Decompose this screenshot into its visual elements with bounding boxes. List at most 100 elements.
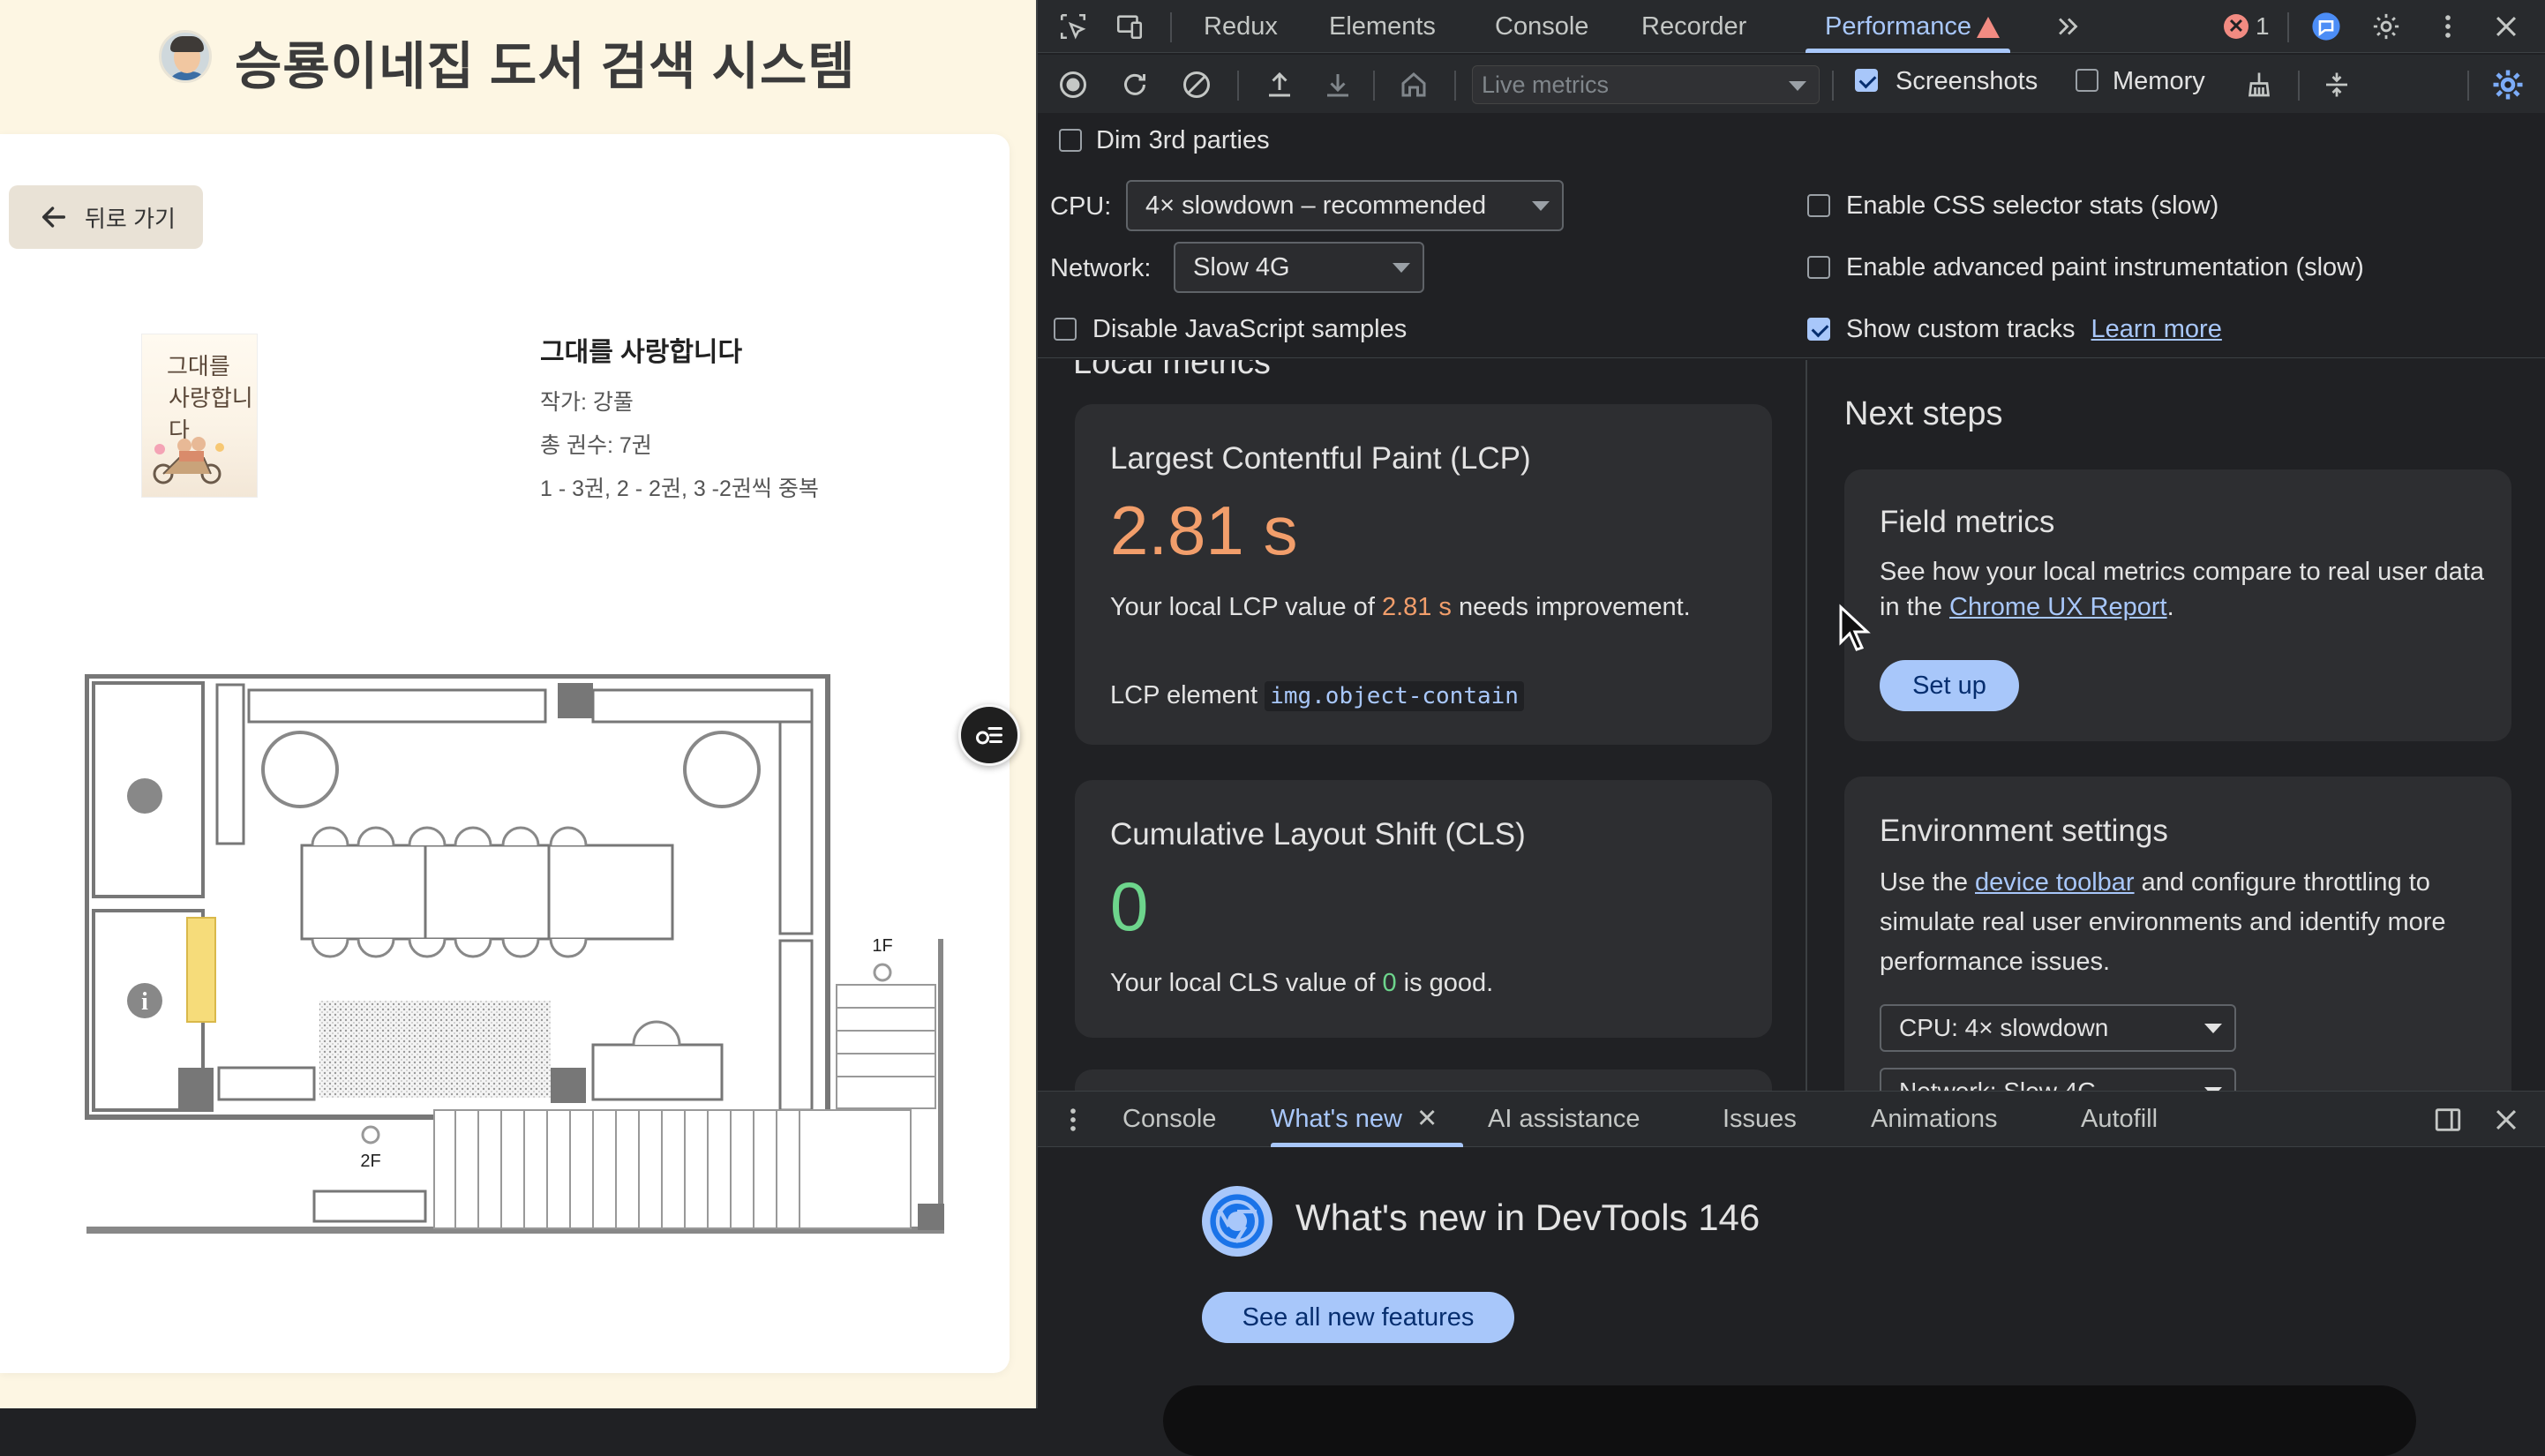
back-button[interactable]: 뒤로 가기 bbox=[9, 185, 203, 249]
env-cpu-value: CPU: 4× slowdown bbox=[1899, 1014, 2109, 1041]
reload-record-icon[interactable] bbox=[1117, 67, 1152, 102]
device-toolbar-icon[interactable] bbox=[1112, 9, 1147, 44]
tab-performance[interactable]: Performance bbox=[1825, 0, 2001, 53]
garbage-collect-broom-icon[interactable] bbox=[2241, 67, 2277, 102]
kebab-menu-icon[interactable] bbox=[2430, 9, 2466, 44]
dim-3rd-parties-checkbox[interactable] bbox=[1059, 129, 1082, 152]
tab-recorder[interactable]: Recorder bbox=[1641, 0, 1746, 53]
memory-checkbox[interactable] bbox=[2076, 69, 2098, 92]
more-tabs-icon[interactable] bbox=[2051, 9, 2086, 44]
close-devtools-icon[interactable] bbox=[2489, 9, 2524, 44]
arrow-left-icon bbox=[41, 206, 66, 228]
live-metrics-select[interactable]: Live metrics bbox=[1472, 65, 1820, 104]
error-icon: ✕ bbox=[2224, 14, 2248, 39]
tab-redux[interactable]: Redux bbox=[1204, 0, 1278, 53]
cpu-throttle-value: 4× slowdown – recommended bbox=[1145, 191, 1487, 220]
collapse-icon[interactable] bbox=[2319, 67, 2354, 102]
drawer-menu-icon[interactable] bbox=[1055, 1102, 1091, 1137]
learn-more-link[interactable]: Learn more bbox=[2091, 315, 2222, 343]
devtools-tabbar: Redux Elements Console Recorder Performa… bbox=[1038, 0, 2545, 53]
feature-card-partial bbox=[1163, 1385, 2416, 1456]
lcp-element-selector[interactable]: img.object-contain bbox=[1265, 681, 1524, 711]
error-counter[interactable]: ✕ 1 bbox=[2224, 12, 2270, 41]
css-selector-stats-checkbox[interactable] bbox=[1807, 194, 1830, 217]
capture-settings-gear-icon[interactable] bbox=[2490, 67, 2526, 102]
tab-performance-label: Performance bbox=[1825, 12, 1972, 41]
home-icon[interactable] bbox=[1396, 67, 1431, 102]
drawer-tab-console[interactable]: Console bbox=[1122, 1092, 1216, 1146]
lcp-value: 2.81 s bbox=[1110, 492, 1298, 569]
cpu-throttle-select[interactable]: 4× slowdown – recommended bbox=[1126, 180, 1564, 231]
local-metrics-heading: Local metrics bbox=[1073, 360, 1271, 381]
environment-settings-description: Use the device toolbar and configure thr… bbox=[1880, 863, 2489, 982]
field-metrics-description: See how your local metrics compare to re… bbox=[1880, 554, 2489, 625]
toolbar-separator bbox=[1454, 71, 1456, 101]
upload-icon[interactable] bbox=[1262, 67, 1297, 102]
toolbar-separator bbox=[2467, 71, 2469, 101]
tabbar-separator bbox=[2287, 12, 2289, 42]
active-tab-indicator bbox=[1806, 49, 2010, 53]
advanced-paint-checkbox[interactable] bbox=[1807, 256, 1830, 279]
filter-list-icon bbox=[976, 727, 1002, 745]
see-all-new-features-button[interactable]: See all new features bbox=[1202, 1292, 1514, 1343]
lcp-desc-value: 2.81 s bbox=[1381, 593, 1452, 621]
dock-side-icon[interactable] bbox=[2430, 1102, 2466, 1137]
chrome-logo-icon bbox=[1202, 1186, 1272, 1257]
show-custom-tracks-text: Show custom tracks bbox=[1846, 315, 2076, 343]
cls-card: Cumulative Layout Shift (CLS) 0 Your loc… bbox=[1075, 780, 1772, 1038]
network-throttle-select[interactable]: Slow 4G bbox=[1174, 242, 1424, 293]
disable-js-samples-checkbox[interactable] bbox=[1054, 318, 1077, 341]
inspect-element-icon[interactable] bbox=[1055, 9, 1091, 44]
env-desc-prefix: Use the bbox=[1880, 868, 1975, 897]
set-up-button[interactable]: Set up bbox=[1880, 660, 2019, 711]
drawer-tab-whats-new-label: What's new bbox=[1271, 1105, 1402, 1133]
css-selector-stats-label: Enable CSS selector stats (slow) bbox=[1846, 191, 2219, 220]
chrome-ux-report-link[interactable]: Chrome UX Report bbox=[1949, 593, 2167, 621]
device-toolbar-link[interactable]: device toolbar bbox=[1975, 868, 2135, 897]
close-drawer-icon[interactable] bbox=[2489, 1102, 2524, 1137]
download-icon[interactable] bbox=[1320, 67, 1355, 102]
screenshots-checkbox[interactable] bbox=[1855, 69, 1878, 92]
ai-assistance-icon[interactable] bbox=[2309, 9, 2344, 44]
site-header: 승룡이네집 도서 검색 시스템 bbox=[0, 0, 1036, 115]
env-network-select[interactable]: Network: Slow 4G bbox=[1880, 1068, 2236, 1091]
floating-menu-button[interactable] bbox=[958, 704, 1020, 766]
lcp-title: Largest Contentful Paint (LCP) bbox=[1110, 441, 1531, 476]
env-cpu-select[interactable]: CPU: 4× slowdown bbox=[1880, 1004, 2236, 1052]
drawer-tab-ai-assistance[interactable]: AI assistance bbox=[1488, 1092, 1640, 1146]
field-metrics-card: Field metrics See how your local metrics… bbox=[1844, 469, 2511, 741]
book-author: 작가: 강풀 bbox=[540, 390, 634, 415]
clear-icon[interactable] bbox=[1179, 67, 1214, 102]
avatar bbox=[159, 30, 212, 83]
mouse-cursor-icon bbox=[1839, 604, 1871, 651]
tab-elements[interactable]: Elements bbox=[1329, 0, 1436, 53]
settings-gear-icon[interactable] bbox=[2369, 9, 2404, 44]
web-page: 승룡이네집 도서 검색 시스템 뒤로 가기 그대를 사랑합니다 그대를 사랑합니… bbox=[0, 0, 1036, 1408]
lcp-card: Largest Contentful Paint (LCP) 2.81 s Yo… bbox=[1075, 404, 1772, 745]
performance-toolbar: Live metrics Screenshots Memory bbox=[1038, 55, 2545, 113]
live-metrics-label: Live metrics bbox=[1482, 71, 1610, 98]
toolbar-separator bbox=[1832, 71, 1834, 101]
cls-desc-prefix: Your local CLS value of bbox=[1110, 969, 1383, 997]
next-steps-heading: Next steps bbox=[1844, 395, 2003, 432]
chevron-down-icon bbox=[1532, 201, 1550, 211]
field-metrics-title: Field metrics bbox=[1880, 505, 2055, 539]
drawer-tab-animations[interactable]: Animations bbox=[1871, 1092, 1997, 1146]
tab-console[interactable]: Console bbox=[1495, 0, 1588, 53]
record-icon[interactable] bbox=[1055, 67, 1091, 102]
drawer-tab-issues[interactable]: Issues bbox=[1723, 1092, 1797, 1146]
lcp-desc-prefix: Your local LCP value of bbox=[1110, 593, 1382, 621]
lcp-description: Your local LCP value of 2.81 s needs imp… bbox=[1110, 589, 1728, 625]
drawer-tab-whats-new[interactable]: What's new ✕ bbox=[1271, 1092, 1438, 1146]
network-throttle-value: Slow 4G bbox=[1193, 253, 1290, 281]
chevron-down-icon bbox=[1393, 263, 1410, 273]
drawer-tab-autofill[interactable]: Autofill bbox=[2081, 1092, 2158, 1146]
field-metrics-desc-suffix: . bbox=[2166, 593, 2174, 621]
show-custom-tracks-checkbox[interactable] bbox=[1807, 318, 1830, 341]
show-custom-tracks-label: Show custom tracks Learn more bbox=[1846, 315, 2222, 344]
book-cover-image[interactable]: 그대를 사랑합니다 bbox=[141, 334, 258, 498]
close-tab-icon[interactable]: ✕ bbox=[1416, 1105, 1438, 1133]
environment-settings-title: Environment settings bbox=[1880, 814, 2168, 848]
error-count: 1 bbox=[2256, 12, 2270, 40]
book-title: 그대를 사랑합니다 bbox=[540, 338, 743, 367]
